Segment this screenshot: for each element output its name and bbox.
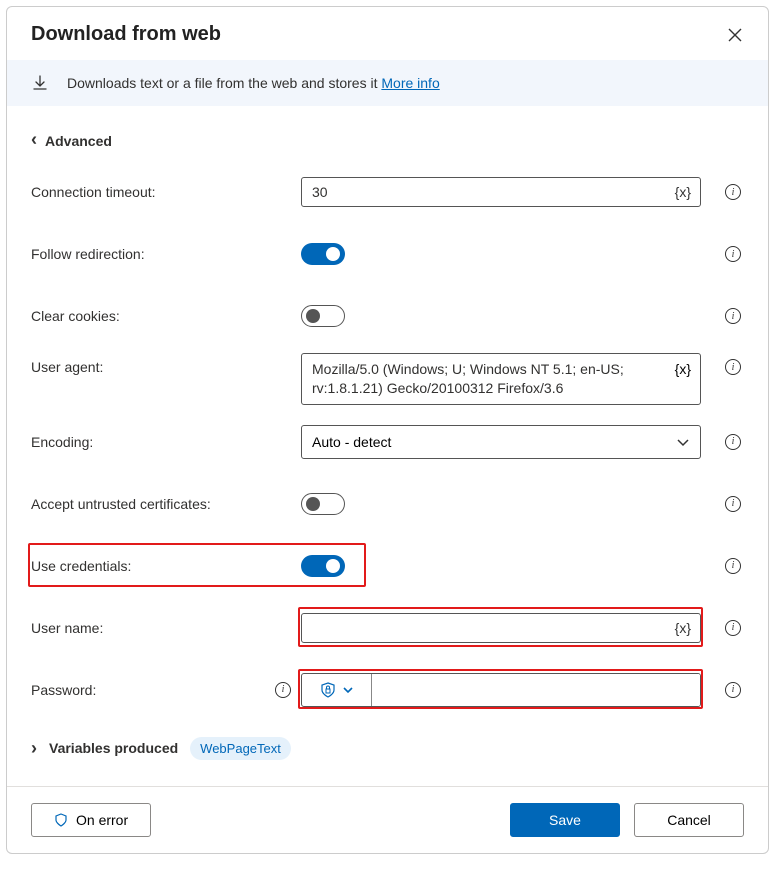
label-user-agent: User agent: <box>31 353 301 375</box>
label-encoding: Encoding: <box>31 434 301 450</box>
label-follow-redirection: Follow redirection: <box>31 246 301 262</box>
chevron-down-icon <box>31 130 37 151</box>
shield-lock-icon <box>320 682 336 698</box>
use-credentials-toggle[interactable] <box>301 555 345 577</box>
info-icon[interactable]: i <box>725 496 741 512</box>
row-use-credentials: Use credentials: i <box>31 541 744 591</box>
advanced-header[interactable]: Advanced <box>7 106 768 155</box>
password-field <box>301 673 701 707</box>
info-icon[interactable]: i <box>725 620 741 636</box>
chevron-down-icon <box>676 435 690 449</box>
variables-produced-header[interactable]: Variables produced WebPageText <box>7 727 768 786</box>
info-icon[interactable]: i <box>725 682 741 698</box>
info-icon[interactable]: i <box>725 308 741 324</box>
user-name-input[interactable] <box>301 613 701 643</box>
label-password: Password: i <box>31 682 301 698</box>
info-icon[interactable]: i <box>725 359 741 375</box>
clear-cookies-toggle[interactable] <box>301 305 345 327</box>
shield-icon <box>54 813 68 827</box>
row-connection-timeout: Connection timeout: {x} i <box>31 167 744 217</box>
row-follow-redirection: Follow redirection: i <box>31 229 744 279</box>
banner-text: Downloads text or a file from the web an… <box>67 75 440 91</box>
advanced-fields: Connection timeout: {x} i Follow redirec… <box>7 167 768 727</box>
label-user-name: User name: <box>31 620 301 636</box>
info-icon[interactable]: i <box>275 682 291 698</box>
chevron-right-icon <box>31 738 37 759</box>
connection-timeout-input[interactable] <box>301 177 701 207</box>
user-agent-input[interactable] <box>301 353 701 405</box>
accept-untrusted-toggle[interactable] <box>301 493 345 515</box>
password-input[interactable] <box>372 674 700 706</box>
save-button[interactable]: Save <box>510 803 620 837</box>
password-secure-selector[interactable] <box>302 674 372 706</box>
chevron-down-icon <box>342 684 354 696</box>
follow-redirection-toggle[interactable] <box>301 243 345 265</box>
info-icon[interactable]: i <box>725 246 741 262</box>
more-info-link[interactable]: More info <box>381 75 439 91</box>
label-connection-timeout: Connection timeout: <box>31 184 301 200</box>
dialog-title: Download from web <box>31 23 221 46</box>
on-error-button[interactable]: On error <box>31 803 151 837</box>
row-user-name: User name: {x} i <box>31 603 744 653</box>
dialog: Download from web Downloads text or a fi… <box>6 6 769 854</box>
row-clear-cookies: Clear cookies: i <box>31 291 744 341</box>
info-icon[interactable]: i <box>725 434 741 450</box>
dialog-header: Download from web <box>7 7 768 60</box>
row-encoding: Encoding: Auto - detect i <box>31 417 744 467</box>
info-banner: Downloads text or a file from the web an… <box>7 60 768 106</box>
label-clear-cookies: Clear cookies: <box>31 308 301 324</box>
close-button[interactable] <box>726 26 744 44</box>
label-accept-untrusted: Accept untrusted certificates: <box>31 496 301 512</box>
info-icon[interactable]: i <box>725 184 741 200</box>
variable-chip[interactable]: WebPageText <box>190 737 291 760</box>
row-user-agent: User agent: {x} i <box>31 353 744 405</box>
row-accept-untrusted: Accept untrusted certificates: i <box>31 479 744 529</box>
close-icon <box>728 28 742 42</box>
download-icon <box>31 74 49 92</box>
info-icon[interactable]: i <box>725 558 741 574</box>
encoding-select[interactable]: Auto - detect <box>301 425 701 459</box>
row-password: Password: i i <box>31 665 744 715</box>
cancel-button[interactable]: Cancel <box>634 803 744 837</box>
dialog-footer: On error Save Cancel <box>7 786 768 853</box>
variable-token-icon[interactable]: {x} <box>675 361 691 377</box>
label-use-credentials: Use credentials: <box>31 558 301 574</box>
